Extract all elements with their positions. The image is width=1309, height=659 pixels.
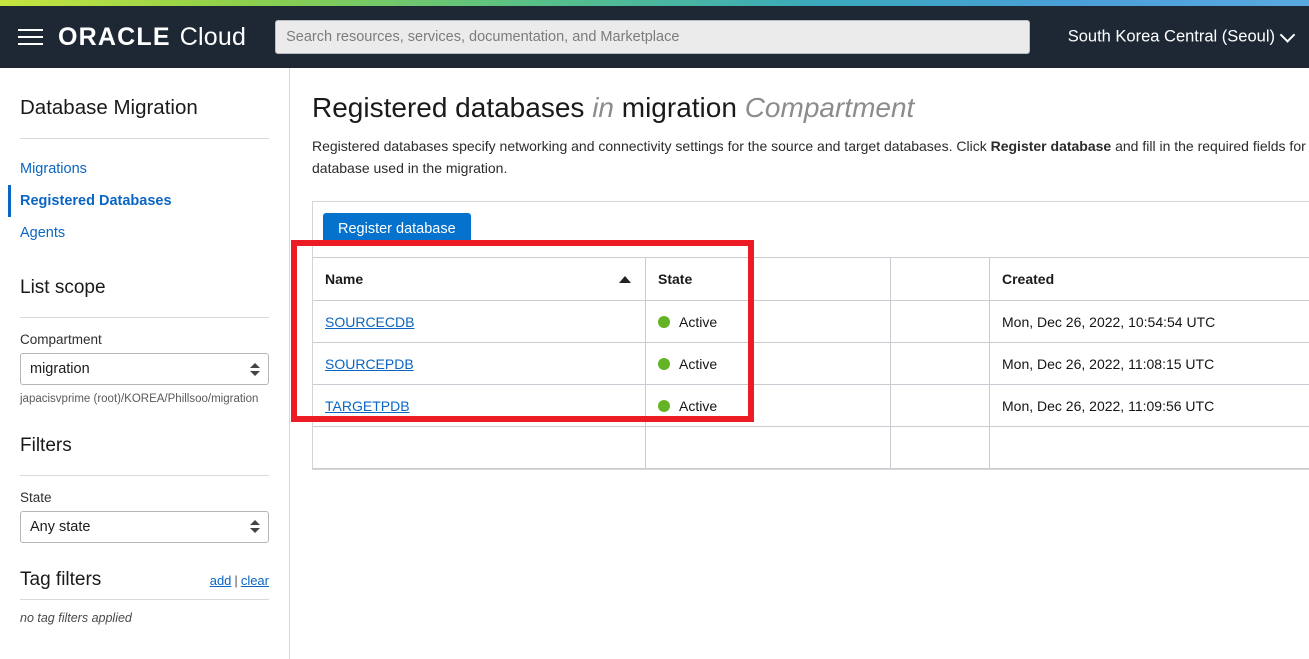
table-row: TARGETPDB Active Mon, Dec 26, 2022, 11:0… [313,384,1309,428]
cell-empty [989,426,1309,470]
global-header: ORACLE Cloud South Korea Central (Seoul) [0,6,1309,68]
global-search[interactable] [275,20,1031,54]
service-title: Database Migration [20,96,198,119]
compartment-select-wrapper[interactable]: migration [20,353,269,385]
created-timestamp: Mon, Dec 26, 2022, 11:09:56 UTC [1002,397,1215,414]
sidebar-item-label: Registered Databases [20,193,172,209]
filters-title: Filters [20,434,72,456]
status-dot-active-icon [658,399,670,412]
created-timestamp: Mon, Dec 26, 2022, 11:08:15 UTC [1002,355,1215,372]
table-header: Name State Created [313,257,1309,302]
hamburger-menu-icon[interactable] [8,17,52,57]
sidebar-divider-tags [20,598,269,600]
page-title-part-compartment-name: migration [613,92,745,123]
page-description: Registered databases specify networking … [312,136,1309,179]
cell-state: Active [645,300,891,344]
main-content: Registered databases in migration Compar… [290,68,1309,659]
state-label: Active [679,313,718,330]
column-header-created[interactable]: Created [989,257,1309,302]
panel-toolbar: Register database [313,202,1309,257]
registered-databases-table: Name State Created SOURCECDB Active Mon,… [313,257,1309,470]
sidebar-divider-list-scope [20,317,269,318]
sidebar: Database Migration Migrations Registered… [0,68,290,659]
compartment-label: Compartment [20,332,102,347]
cell-created: Mon, Dec 26, 2022, 10:54:54 UTC [989,300,1309,344]
page-title-part-compartment-word: Compartment [744,92,915,123]
page-title-part-in: in [592,92,614,123]
search-input[interactable] [275,20,1031,54]
oracle-wordmark: ORACLE [58,22,171,51]
state-filter-label: State [20,489,52,505]
cell-blank [890,300,990,344]
list-scope-title: List scope [20,277,106,298]
compartment-path: japacisvprime (root)/KOREA/Phillsoo/migr… [20,393,259,405]
sort-ascending-icon [619,275,631,283]
region-selector[interactable]: South Korea Central (Seoul) [1068,28,1295,47]
state-select-wrapper[interactable]: Any state [20,510,269,543]
state-label: Active [679,397,718,414]
cell-state: Active [645,384,891,428]
column-header-state[interactable]: State [645,257,891,302]
tag-filter-actions: add | clear [210,573,269,591]
cell-empty [890,426,990,470]
sidebar-item-registered-databases[interactable]: Registered Databases [8,185,269,217]
created-timestamp: Mon, Dec 26, 2022, 10:54:54 UTC [1002,313,1216,330]
table-row: SOURCECDB Active Mon, Dec 26, 2022, 10:5… [313,300,1309,344]
tag-filter-separator: | [234,572,238,588]
table-body: SOURCECDB Active Mon, Dec 26, 2022, 10:5… [313,300,1309,470]
page-title-part-1: Registered databases [312,92,593,123]
column-header-created-label: Created [1002,271,1055,288]
sidebar-item-label: Agents [20,225,66,241]
status-dot-active-icon [658,315,670,328]
state-filter-select[interactable]: Any state [20,510,269,543]
cell-empty [313,426,646,470]
column-header-blank [890,257,990,302]
cell-name: SOURCEPDB [313,342,646,386]
database-link-sourcecdb[interactable]: SOURCECDB [325,314,414,330]
cell-created: Mon, Dec 26, 2022, 11:09:56 UTC [989,384,1309,428]
column-header-name[interactable]: Name [313,257,646,302]
cell-name: SOURCECDB [313,300,646,344]
cell-blank [890,384,990,428]
table-row: SOURCEPDB Active Mon, Dec 26, 2022, 11:0… [313,342,1309,386]
databases-panel: Register database Name State Created SOU… [312,201,1309,471]
page-description-pre: Registered databases specify networking … [312,138,991,154]
table-header-row: Name State Created [313,257,1309,302]
sidebar-item-agents[interactable]: Agents [8,217,269,249]
register-database-button[interactable]: Register database [323,213,471,246]
oracle-cloud-logo[interactable]: ORACLE Cloud [58,23,246,52]
table-footer-row [313,426,1309,470]
status-dot-active-icon [658,357,670,370]
cell-empty [645,426,891,470]
tag-filters-title: Tag filters [20,568,102,590]
compartment-select[interactable]: migration [20,353,269,385]
sidebar-item-migrations[interactable]: Migrations [8,153,269,185]
sidebar-divider-top [20,138,269,139]
page-shell: Database Migration Migrations Registered… [0,68,1309,659]
sidebar-divider-filters [20,474,269,476]
state-label: Active [679,355,718,372]
column-header-state-label: State [658,271,693,288]
cell-blank [890,342,990,386]
tag-filter-add-link[interactable]: add [210,573,232,588]
page-description-bold: Register database [990,138,1112,154]
no-tag-filters-message: no tag filters applied [20,610,132,625]
cell-state: Active [645,342,891,386]
cell-name: TARGETPDB [313,384,646,428]
column-header-name-label: Name [325,271,364,288]
database-link-sourcepdb[interactable]: SOURCEPDB [325,356,414,372]
chevron-down-icon [1282,29,1295,42]
sidebar-item-label: Migrations [20,161,87,177]
cell-created: Mon, Dec 26, 2022, 11:08:15 UTC [989,342,1309,386]
page-title: Registered databases in migration Compar… [312,92,1309,124]
sidebar-nav: Migrations Registered Databases Agents [8,153,269,249]
cloud-wordmark: Cloud [179,22,247,51]
tag-filter-clear-link[interactable]: clear [241,573,269,588]
region-label: South Korea Central (Seoul) [1067,27,1275,46]
database-link-targetpdb[interactable]: TARGETPDB [325,398,410,414]
